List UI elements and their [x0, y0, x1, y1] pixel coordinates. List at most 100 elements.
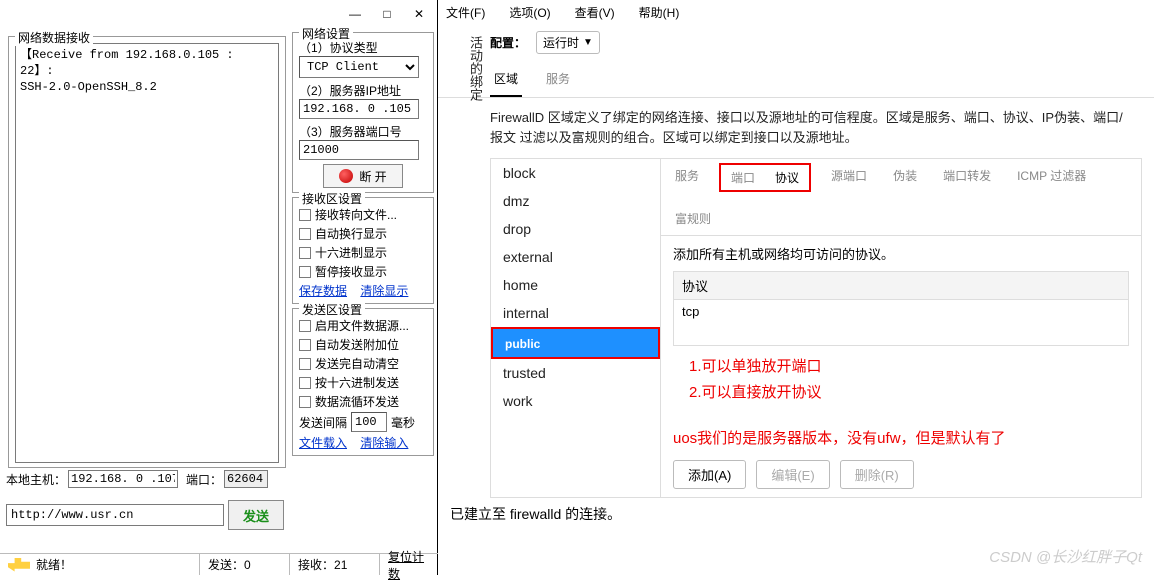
config-label: 配置：	[490, 34, 526, 51]
zone-public-label: public	[505, 337, 540, 351]
add-button[interactable]: 添加(A)	[673, 460, 746, 489]
zone-item-external[interactable]: external	[491, 243, 660, 271]
menu-view[interactable]: 查看(V)	[575, 4, 615, 21]
checkbox[interactable]	[299, 266, 311, 278]
checkbox[interactable]	[299, 339, 311, 351]
connection-status: 已建立至 firewalld 的连接。	[438, 498, 1154, 524]
recv-legend: 网络数据接收	[15, 29, 93, 46]
chk-label: 启用文件数据源...	[315, 317, 409, 334]
interval-unit: 毫秒	[391, 414, 415, 431]
chk-label: 自动发送附加位	[315, 336, 399, 353]
zone-list[interactable]: block dmz drop external home internal pu…	[491, 159, 661, 497]
config-value: 运行时	[543, 34, 579, 51]
status-recv-val: 21	[334, 558, 347, 572]
annotation-2: 2.可以直接放开协议	[661, 380, 1141, 406]
local-host-label: 本地主机：	[6, 471, 66, 488]
proto-tab-srcport[interactable]: 源端口	[825, 163, 873, 192]
checkbox[interactable]	[299, 396, 311, 408]
chk-label: 数据流循环发送	[315, 393, 399, 410]
zone-item-work[interactable]: work	[491, 387, 660, 415]
close-button[interactable]: ✕	[412, 7, 426, 21]
proto-tab-fwd[interactable]: 端口转发	[937, 163, 997, 192]
menubar: 文件(F) 选项(O) 查看(V) 帮助(H)	[438, 0, 1154, 27]
interval-label: 发送间隔	[299, 414, 347, 431]
zone-item-dmz[interactable]: dmz	[491, 187, 660, 215]
zone-item-block[interactable]: block	[491, 159, 660, 187]
local-port-input[interactable]	[224, 470, 268, 488]
checkbox[interactable]	[299, 377, 311, 389]
watermark: CSDN @长沙红胖子Qt	[989, 546, 1142, 567]
local-port-label: 端口：	[186, 471, 222, 488]
proto-tab-protocol[interactable]: 协议	[769, 165, 805, 190]
side-label: 活动的绑定	[466, 36, 485, 101]
menu-file[interactable]: 文件(F)	[446, 4, 485, 21]
proto-table: 协议 tcp	[673, 271, 1129, 346]
status-ready: 就绪！	[36, 556, 72, 573]
checkbox[interactable]	[299, 358, 311, 370]
chk-label: 发送完自动清空	[315, 355, 399, 372]
zone-item-public[interactable]: public	[491, 327, 660, 359]
annotation-3: uos我们的是服务器版本，没有ufw，但是默认有了	[661, 426, 1141, 452]
tab-zone[interactable]: 区域	[490, 64, 522, 97]
disconnect-label: 断 开	[359, 168, 386, 185]
port-label: （3）服务器端口号	[299, 123, 427, 140]
menu-help[interactable]: 帮助(H)	[639, 4, 680, 21]
thumbs-up-icon	[8, 558, 30, 572]
minimize-button[interactable]: —	[348, 7, 362, 21]
proto-row-tcp[interactable]: tcp	[674, 300, 1128, 323]
menu-options[interactable]: 选项(O)	[509, 4, 550, 21]
send-button[interactable]: 发送	[228, 500, 284, 530]
checkbox[interactable]	[299, 209, 311, 221]
port-input[interactable]	[299, 140, 419, 160]
record-icon	[339, 169, 353, 183]
status-reset[interactable]: 复位计数	[388, 548, 430, 582]
save-data-link[interactable]: 保存数据	[299, 284, 347, 298]
proto-tab-port[interactable]: 端口	[725, 165, 761, 190]
proto-tab-rich[interactable]: 富规则	[669, 206, 717, 231]
proto-table-header: 协议	[674, 272, 1128, 300]
edit-button[interactable]: 编辑(E)	[756, 460, 829, 489]
checkbox[interactable]	[299, 228, 311, 240]
status-bar: 就绪！ 发送： 0 接收： 21 复位计数	[0, 553, 438, 575]
zone-item-internal[interactable]: internal	[491, 299, 660, 327]
zone-item-home[interactable]: home	[491, 271, 660, 299]
zone-panel: block dmz drop external home internal pu…	[490, 158, 1142, 498]
ip-label: （2）服务器IP地址	[299, 82, 427, 99]
delete-button[interactable]: 删除(R)	[840, 460, 914, 489]
status-recv-label: 接收：	[298, 556, 334, 573]
chk-label: 暂停接收显示	[315, 263, 387, 280]
proto-tab-service[interactable]: 服务	[669, 163, 705, 192]
proto-tab-icmp[interactable]: ICMP 过滤器	[1011, 163, 1092, 192]
load-file-link[interactable]: 文件载入	[299, 436, 347, 450]
url-input[interactable]	[6, 504, 224, 526]
proto-select[interactable]: TCP Client	[299, 56, 419, 78]
status-send-val: 0	[244, 558, 251, 572]
chk-label: 自动换行显示	[315, 225, 387, 242]
chk-label: 十六进制显示	[315, 244, 387, 261]
zone-item-trusted[interactable]: trusted	[491, 359, 660, 387]
config-combo[interactable]: 运行时 ▼	[536, 31, 600, 54]
ip-input[interactable]	[299, 99, 419, 119]
annotation-1: 1.可以单独放开端口	[661, 354, 1141, 380]
zone-item-drop[interactable]: drop	[491, 215, 660, 243]
clear-display-link[interactable]: 清除显示	[360, 284, 408, 298]
checkbox[interactable]	[299, 247, 311, 259]
recv-panel: 网络数据接收 【Receive from 192.168.0.105 : 22】…	[8, 36, 286, 468]
checkbox[interactable]	[299, 320, 311, 332]
interval-input[interactable]	[351, 412, 387, 432]
tab-service[interactable]: 服务	[542, 64, 574, 97]
recv-textarea[interactable]: 【Receive from 192.168.0.105 : 22】: SSH-2…	[15, 43, 279, 463]
zone-description: FirewallD 区域定义了绑定的网络连接、接口以及源地址的可信程度。区域是服…	[438, 98, 1154, 158]
maximize-button[interactable]: □	[380, 7, 394, 21]
netset-panel: 网络设置 （1）协议类型 TCP Client （2）服务器IP地址 （3）服务…	[292, 32, 434, 193]
recvset-panel: 接收区设置 接收转向文件... 自动换行显示 十六进制显示 暂停接收显示 保存数…	[292, 197, 434, 304]
netset-legend: 网络设置	[299, 25, 353, 42]
chk-label: 接收转向文件...	[315, 206, 397, 223]
sendset-legend: 发送区设置	[299, 301, 365, 318]
clear-input-link[interactable]: 清除输入	[360, 436, 408, 450]
local-host-input[interactable]	[68, 470, 178, 488]
chk-label: 按十六进制发送	[315, 374, 399, 391]
disconnect-button[interactable]: 断 开	[323, 164, 403, 188]
recvset-legend: 接收区设置	[299, 190, 365, 207]
proto-tab-masq[interactable]: 伪装	[887, 163, 923, 192]
